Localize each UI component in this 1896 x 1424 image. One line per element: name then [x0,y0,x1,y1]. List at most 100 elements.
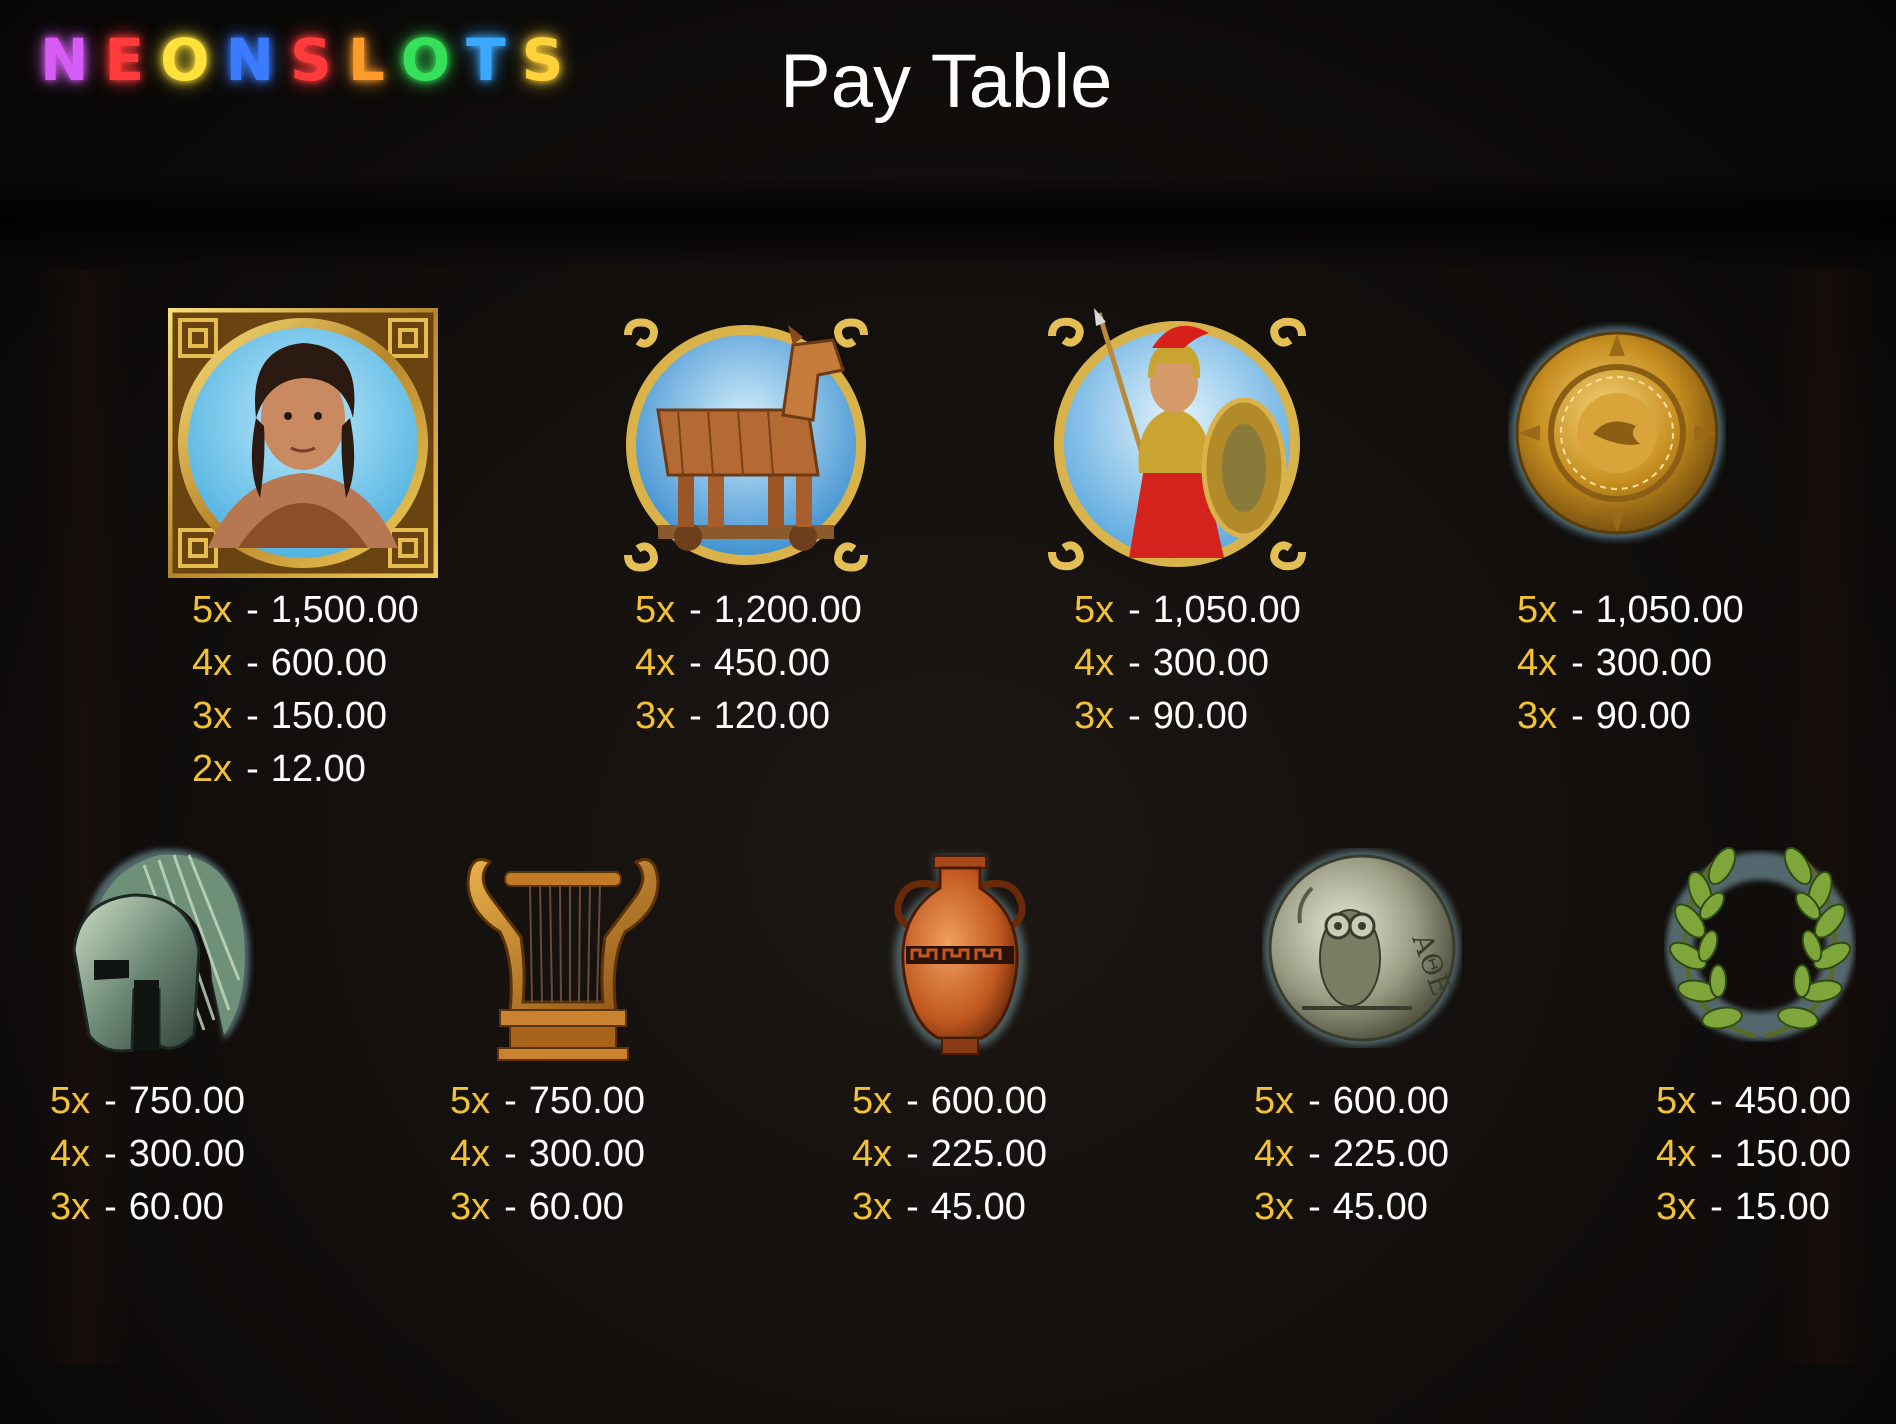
payout-row: 4x -300.00 [50,1128,245,1181]
payout-value: 90.00 [1595,695,1691,737]
payout-multiplier: 3x [50,1186,91,1228]
paytable-helmet: 5x -750.00 4x -300.00 3x -60.00 [50,1075,245,1234]
payout-row: 5x -600.00 [852,1075,1047,1128]
payout-separator: - [504,1133,517,1175]
payout-separator: - [246,589,259,631]
payout-row: 3x -60.00 [450,1181,645,1234]
payout-separator: - [246,748,259,790]
payout-value: 1,050.00 [1152,589,1301,631]
payout-value: 90.00 [1152,695,1248,737]
payout-row: 3x -150.00 [192,690,419,743]
payout-multiplier: 4x [450,1133,491,1175]
golden-shield-icon [1508,322,1726,544]
logo-letter: S [521,26,566,94]
payout-separator: - [1710,1186,1723,1228]
payout-separator: - [1128,642,1141,684]
payout-value: 450.00 [1734,1080,1852,1122]
payout-value: 45.00 [930,1186,1026,1228]
payout-multiplier: 5x [1517,589,1558,631]
payout-row: 3x -60.00 [50,1181,245,1234]
payout-value: 1,050.00 [1595,589,1744,631]
neonslots-logo: N E O N S L O T S [40,20,565,100]
payout-separator: - [1571,695,1584,737]
payout-separator: - [1308,1186,1321,1228]
payout-value: 150.00 [270,695,388,737]
payout-separator: - [1128,589,1141,631]
trojan-horse-icon [618,315,874,575]
payout-separator: - [689,695,702,737]
payout-multiplier: 3x [1074,695,1115,737]
payout-row: 5x -1,200.00 [635,584,862,637]
payout-row: 3x -15.00 [1656,1181,1851,1234]
paytable-golden-shield: 5x -1,050.00 4x -300.00 3x -90.00 [1517,584,1744,743]
payout-row: 5x -1,500.00 [192,584,419,637]
payout-multiplier: 4x [192,642,233,684]
payout-multiplier: 5x [1254,1080,1295,1122]
payout-row: 3x -45.00 [852,1181,1047,1234]
helmet-icon [64,830,254,1066]
payout-value: 750.00 [128,1080,246,1122]
payout-multiplier: 3x [1254,1186,1295,1228]
payout-separator: - [246,695,259,737]
paytable-spartan-warrior: 5x -1,050.00 4x -300.00 3x -90.00 [1074,584,1301,743]
payout-value: 300.00 [128,1133,246,1175]
payout-separator: - [504,1186,517,1228]
background-shadow-band [0,175,1896,270]
logo-letter: N [40,26,91,94]
payout-row: 3x -120.00 [635,690,862,743]
lyre-icon [460,842,666,1064]
payout-value: 60.00 [528,1186,624,1228]
payout-separator: - [1710,1133,1723,1175]
payout-value: 60.00 [128,1186,224,1228]
payout-row: 5x -1,050.00 [1517,584,1744,637]
payout-value: 1,500.00 [270,589,419,631]
payout-separator: - [906,1133,919,1175]
hero-portrait-icon [167,307,439,579]
payout-row: 5x -1,050.00 [1074,584,1301,637]
logo-letter: O [160,26,212,94]
payout-multiplier: 3x [192,695,233,737]
payout-separator: - [104,1080,117,1122]
payout-multiplier: 4x [1517,642,1558,684]
paytable-laurel-wreath: 5x -450.00 4x -150.00 3x -15.00 [1656,1075,1851,1234]
paytable-hero: 5x -1,500.00 4x -600.00 3x -150.00 2x -12.00 [192,584,419,796]
payout-multiplier: 3x [852,1186,893,1228]
paytable-trojan-horse: 5x -1,200.00 4x -450.00 3x -120.00 [635,584,862,743]
payout-row: 4x -300.00 [1074,637,1301,690]
laurel-wreath-icon [1660,846,1860,1046]
payout-separator: - [906,1080,919,1122]
payout-row: 4x -600.00 [192,637,419,690]
payout-separator: - [504,1080,517,1122]
payout-row: 5x -750.00 [450,1075,645,1128]
payout-multiplier: 4x [852,1133,893,1175]
payout-row: 3x -90.00 [1074,690,1301,743]
payout-row: 5x -750.00 [50,1075,245,1128]
paytable-lyre: 5x -750.00 4x -300.00 3x -60.00 [450,1075,645,1234]
payout-multiplier: 3x [635,695,676,737]
owl-coin-icon: ΑΘΕ [1262,848,1462,1048]
payout-separator: - [689,589,702,631]
header: N E O N S L O T S Pay Table [0,0,1896,175]
payout-separator: - [1571,589,1584,631]
payout-value: 300.00 [1152,642,1270,684]
payout-value: 225.00 [930,1133,1048,1175]
payout-multiplier: 3x [1656,1186,1697,1228]
payout-row: 2x -12.00 [192,743,419,796]
payout-multiplier: 4x [635,642,676,684]
payout-separator: - [1571,642,1584,684]
payout-row: 3x -90.00 [1517,690,1744,743]
payout-multiplier: 5x [1656,1080,1697,1122]
payout-separator: - [906,1186,919,1228]
logo-letter: N [225,26,277,94]
payout-value: 120.00 [713,695,831,737]
payout-separator: - [1710,1080,1723,1122]
payout-separator: - [1128,695,1141,737]
payout-multiplier: 3x [1517,695,1558,737]
payout-row: 5x -600.00 [1254,1075,1449,1128]
payout-value: 600.00 [1332,1080,1450,1122]
payout-value: 45.00 [1332,1186,1428,1228]
payout-row: 5x -450.00 [1656,1075,1851,1128]
logo-letter: L [347,26,387,94]
logo-letter: E [104,26,147,94]
paytable-owl-coin: 5x -600.00 4x -225.00 3x -45.00 [1254,1075,1449,1234]
